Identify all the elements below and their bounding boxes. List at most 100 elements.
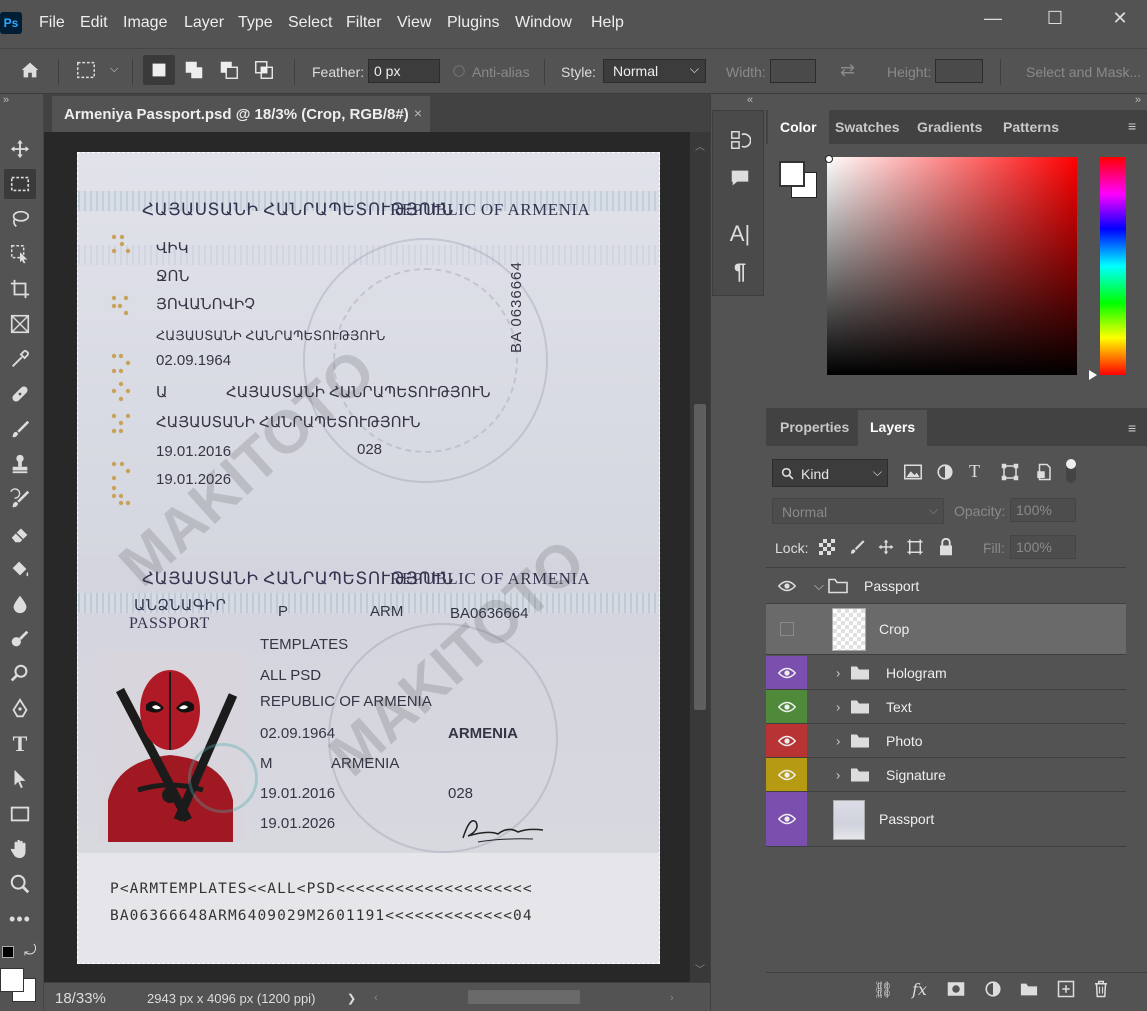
scroll-up-icon[interactable]: ︿ [695, 138, 705, 153]
history-panel-icon[interactable] [727, 127, 753, 153]
lasso-tool-icon[interactable] [4, 204, 36, 234]
more-tools-icon[interactable]: ••• [4, 904, 36, 934]
history-brush-tool-icon[interactable] [4, 484, 36, 514]
blur-tool-icon[interactable] [4, 589, 36, 619]
swap-icon[interactable]: ⇄ [840, 60, 855, 81]
minimize-button[interactable]: — [973, 8, 1013, 32]
panel-menu-icon[interactable]: ≡ [1128, 118, 1136, 134]
select-and-mask-button[interactable]: Select and Mask... [1026, 64, 1141, 80]
zoom-tool-icon[interactable] [4, 869, 36, 899]
menu-window[interactable]: Window [515, 14, 572, 32]
foreground-color-chip[interactable] [779, 161, 805, 187]
adjustment-layer-icon[interactable] [984, 980, 1002, 998]
lock-image-pixels-icon[interactable] [848, 538, 866, 556]
hand-tool-icon[interactable] [4, 834, 36, 864]
clone-stamp-tool-icon[interactable] [4, 449, 36, 479]
comments-panel-icon[interactable] [727, 165, 753, 191]
layer-row-crop[interactable]: Crop [766, 604, 1126, 655]
link-layers-icon[interactable]: ⛓ [873, 980, 893, 1000]
paint-bucket-tool-icon[interactable] [4, 554, 36, 584]
new-layer-icon[interactable] [1057, 980, 1075, 998]
layer-filter-dropdown[interactable]: Kind ⌵ [772, 459, 888, 487]
menu-view[interactable]: View [397, 14, 431, 32]
tab-gradients[interactable]: Gradients [905, 110, 994, 144]
visibility-eye-icon[interactable] [766, 690, 807, 723]
filter-smart-object-icon[interactable] [1035, 463, 1053, 481]
layer-row-passport-group[interactable]: ⌵ Passport [766, 568, 1126, 604]
collapse-right-icon[interactable]: » [1135, 94, 1141, 106]
height-input[interactable] [935, 59, 983, 83]
lock-all-icon[interactable] [938, 538, 954, 556]
scroll-down-icon[interactable]: ﹀ [695, 961, 705, 976]
rectangular-marquee-tool-icon[interactable] [4, 169, 36, 199]
blend-mode-dropdown[interactable]: Normal ⌵ [772, 498, 944, 524]
delete-layer-icon[interactable] [1093, 980, 1109, 998]
visibility-eye-icon[interactable] [766, 568, 807, 603]
scroll-right-icon[interactable]: › [670, 992, 674, 1004]
add-to-selection-icon[interactable] [178, 55, 210, 85]
document-tab[interactable]: Armeniya Passport.psd @ 18/3% (Crop, RGB… [52, 96, 430, 132]
horizontal-scroll-thumb[interactable] [468, 990, 580, 1004]
menu-plugins[interactable]: Plugins [447, 14, 499, 32]
menu-select[interactable]: Select [288, 14, 332, 32]
zoom-search-icon[interactable] [4, 659, 36, 689]
close-window-button[interactable]: ✕ [1100, 8, 1140, 32]
chevron-down-icon[interactable]: ⌵ [814, 578, 824, 594]
visibility-eye-icon[interactable] [766, 758, 807, 791]
marquee-preset-icon[interactable] [70, 55, 102, 85]
filter-pixel-icon[interactable] [904, 464, 922, 480]
type-tool-icon[interactable]: T [4, 729, 36, 759]
chevron-right-icon[interactable]: › [836, 733, 840, 748]
lock-artboard-icon[interactable] [906, 538, 924, 556]
layer-row-text[interactable]: › Text [766, 690, 1126, 724]
visibility-eye-icon[interactable] [766, 724, 807, 757]
path-selection-tool-icon[interactable] [4, 764, 36, 794]
pen-tool-icon[interactable] [4, 694, 36, 724]
tab-patterns[interactable]: Patterns [991, 110, 1071, 144]
intersect-selection-icon[interactable] [248, 55, 280, 85]
healing-brush-tool-icon[interactable] [4, 379, 36, 409]
menu-file[interactable]: File [39, 14, 65, 32]
layer-row-photo[interactable]: › Photo [766, 724, 1126, 758]
eraser-tool-icon[interactable] [4, 519, 36, 549]
chevron-down-icon[interactable]: ⌵ [110, 63, 118, 76]
opacity-input[interactable]: 100% [1010, 498, 1076, 522]
hue-slider-handle[interactable] [1089, 370, 1097, 380]
visibility-toggle[interactable] [766, 604, 807, 654]
maximize-button[interactable]: ☐ [1035, 8, 1075, 32]
collapse-icon[interactable]: » [3, 94, 9, 106]
style-dropdown[interactable]: Normal ⌵ [603, 59, 706, 83]
status-menu-icon[interactable]: ❯ [347, 992, 356, 1005]
fill-input[interactable]: 100% [1010, 535, 1076, 559]
character-panel-icon[interactable]: A| [727, 221, 753, 247]
tab-layers[interactable]: Layers [858, 410, 928, 446]
zoom-level[interactable]: 18/33% [55, 990, 106, 1007]
default-colors-icon[interactable] [2, 946, 14, 958]
chevron-right-icon[interactable]: › [836, 665, 840, 680]
menu-filter[interactable]: Filter [346, 14, 382, 32]
brush-tool-icon[interactable] [4, 414, 36, 444]
move-tool-icon[interactable] [4, 134, 36, 164]
width-input[interactable] [770, 59, 816, 83]
subtract-from-selection-icon[interactable] [213, 55, 245, 85]
layer-row-hologram[interactable]: › Hologram [766, 656, 1126, 690]
visibility-eye-icon[interactable] [766, 656, 807, 689]
tab-swatches[interactable]: Swatches [823, 110, 912, 144]
frame-tool-icon[interactable] [4, 309, 36, 339]
photoshop-logo[interactable]: Ps [0, 12, 22, 34]
color-picker-field[interactable] [827, 157, 1077, 375]
filter-shape-icon[interactable] [1001, 463, 1019, 481]
add-mask-icon[interactable] [947, 981, 965, 997]
tab-color[interactable]: Color [768, 110, 829, 144]
antialias-checkbox[interactable] [452, 62, 466, 78]
color-picker-cursor[interactable] [825, 155, 833, 163]
foreground-color-swatch[interactable] [0, 968, 24, 992]
layer-effects-icon[interactable]: fx [912, 980, 927, 999]
lock-transparent-pixels-icon[interactable] [819, 539, 835, 555]
lock-position-icon[interactable] [877, 538, 895, 556]
new-selection-icon[interactable] [143, 55, 175, 85]
hue-slider[interactable] [1100, 157, 1126, 375]
close-icon[interactable]: × [414, 105, 422, 121]
layer-row-passport-image[interactable]: Passport [766, 792, 1126, 847]
object-selection-tool-icon[interactable] [4, 239, 36, 269]
